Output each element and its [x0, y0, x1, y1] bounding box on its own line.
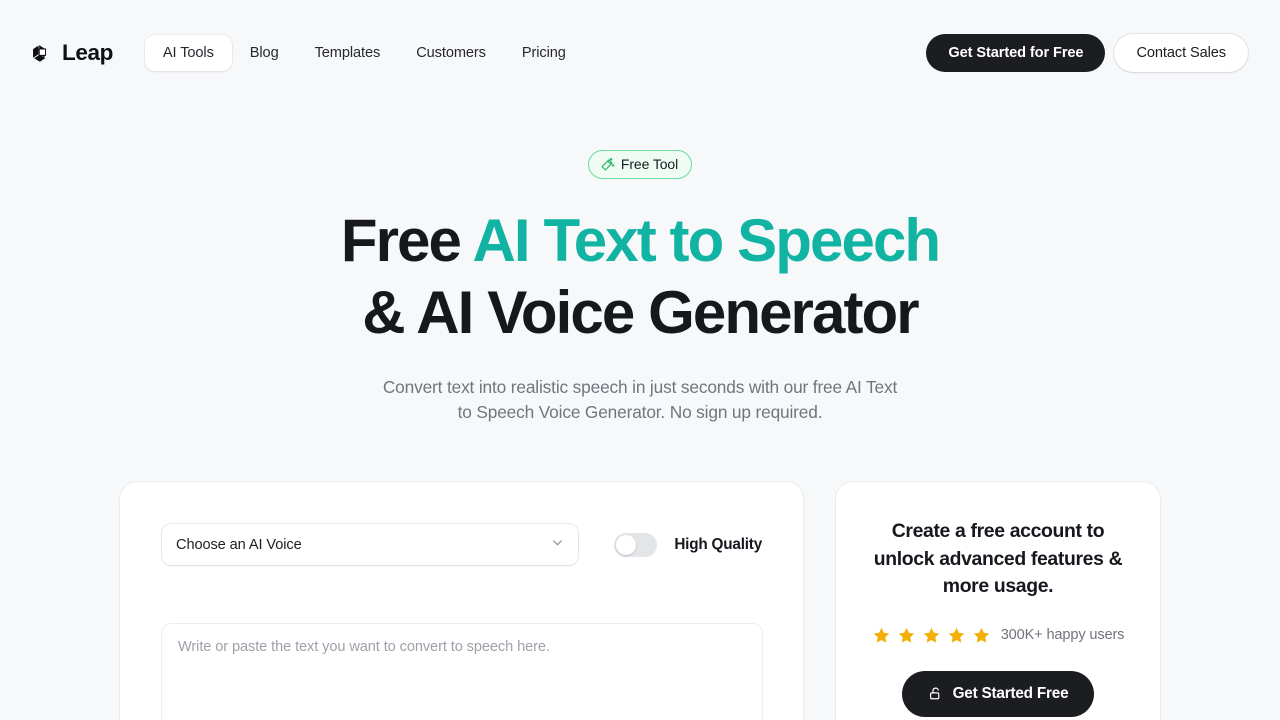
- tool-controls-row: Choose an AI Voice High Quality: [162, 524, 762, 565]
- hero-section: Free Tool Free AI Text to Speech & AI Vo…: [0, 106, 1280, 425]
- high-quality-toggle[interactable]: [614, 532, 658, 557]
- get-started-free-label: Get Started Free: [952, 684, 1069, 702]
- page-title-line-2: & AI Voice Generator: [362, 279, 919, 346]
- brand-logo[interactable]: Leap: [30, 40, 113, 66]
- site-header: Leap AI Tools Blog Templates Customers P…: [0, 0, 1280, 106]
- free-tool-badge: Free Tool: [587, 150, 693, 179]
- main-nav: AI Tools Blog Templates Customers Pricin…: [144, 35, 584, 71]
- star-icon: [898, 627, 914, 643]
- rating-text: 300K+ happy users: [1000, 627, 1125, 643]
- brand-name: Leap: [62, 40, 113, 65]
- high-quality-toggle-knob: [616, 534, 637, 555]
- nav-item-pricing[interactable]: Pricing: [504, 35, 584, 71]
- page-title-line-1: Free AI Text to Speech: [0, 205, 1280, 277]
- voice-select-value: Choose an AI Voice: [176, 536, 302, 553]
- nav-item-templates[interactable]: Templates: [297, 35, 399, 71]
- star-icon: [923, 627, 939, 643]
- page-subtitle-line-1: Convert text into realistic speech in ju…: [382, 377, 898, 397]
- nav-item-ai-tools[interactable]: AI Tools: [144, 35, 232, 71]
- tool-panels: Choose an AI Voice High Quality Write or…: [0, 482, 1280, 720]
- signup-promo-card: Create a free account to unlock advanced…: [836, 482, 1160, 720]
- text-to-speech-card: Choose an AI Voice High Quality Write or…: [120, 482, 803, 720]
- magic-wand-icon: [600, 157, 615, 172]
- promo-title: Create a free account to unlock advanced…: [873, 520, 1123, 597]
- speech-text-input[interactable]: Write or paste the text you want to conv…: [162, 624, 762, 720]
- page-subtitle: Convert text into realistic speech in ju…: [0, 375, 1280, 425]
- high-quality-control: High Quality: [614, 532, 762, 557]
- free-tool-badge-label: Free Tool: [620, 156, 679, 172]
- nav-item-customers[interactable]: Customers: [398, 35, 504, 71]
- cube-icon: [30, 42, 53, 65]
- get-started-free-button[interactable]: Get Started Free: [901, 670, 1095, 717]
- unlock-icon: [928, 686, 943, 701]
- star-icon: [948, 627, 964, 643]
- voice-select[interactable]: Choose an AI Voice: [162, 524, 579, 565]
- star-rating: [872, 626, 991, 645]
- get-started-for-free-button[interactable]: Get Started for Free: [926, 34, 1106, 72]
- star-icon: [973, 627, 989, 643]
- page-subtitle-line-2: to Speech Voice Generator. No sign up re…: [457, 402, 823, 422]
- nav-item-blog[interactable]: Blog: [232, 35, 297, 71]
- speech-text-placeholder: Write or paste the text you want to conv…: [178, 639, 550, 655]
- page-title-plain: Free: [340, 207, 473, 274]
- page-title-accent: AI Text to Speech: [472, 207, 942, 274]
- high-quality-label: High Quality: [674, 535, 762, 553]
- header-actions: Get Started for Free Contact Sales: [926, 34, 1248, 72]
- star-icon: [873, 627, 889, 643]
- contact-sales-button[interactable]: Contact Sales: [1114, 34, 1248, 72]
- chevron-down-icon: [550, 535, 565, 555]
- rating-block: 300K+ happy users: [866, 626, 1130, 645]
- page-title: Free AI Text to Speech & AI Voice Genera…: [0, 205, 1280, 349]
